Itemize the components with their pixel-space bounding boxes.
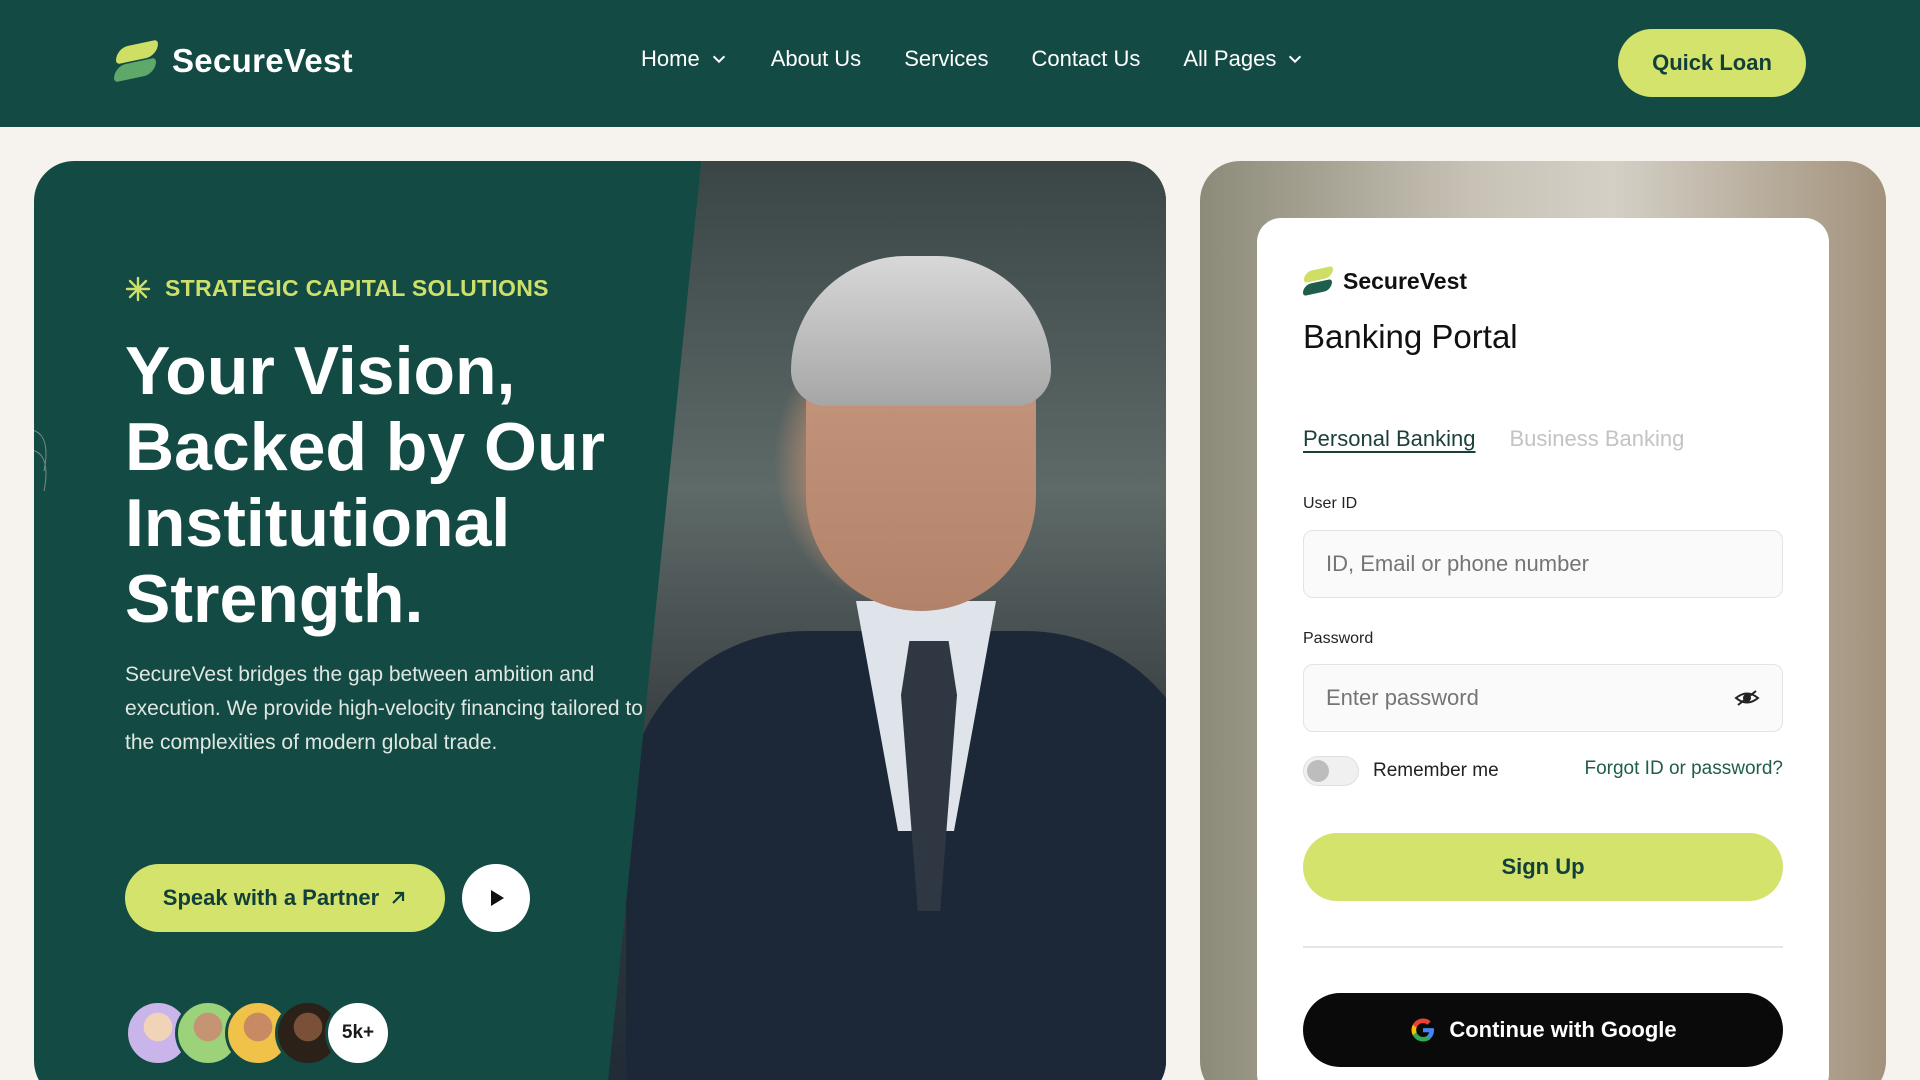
remember-me[interactable]: Remember me bbox=[1303, 756, 1499, 786]
nav-item-label: Home bbox=[641, 46, 700, 71]
user-id-field[interactable] bbox=[1303, 530, 1783, 598]
eye-off-icon[interactable] bbox=[1734, 685, 1760, 711]
nav-item-services[interactable]: Services bbox=[904, 46, 988, 72]
banking-tabs: Personal Banking Business Banking bbox=[1303, 426, 1684, 452]
user-id-input[interactable] bbox=[1326, 551, 1760, 577]
login-card: SecureVest Banking Portal Personal Banki… bbox=[1257, 218, 1829, 1080]
arrow-up-right-icon bbox=[392, 891, 405, 904]
chevron-down-icon bbox=[1289, 55, 1302, 64]
tab-business-banking[interactable]: Business Banking bbox=[1509, 426, 1684, 452]
brand-name: SecureVest bbox=[172, 42, 353, 79]
divider bbox=[1303, 946, 1783, 948]
brand-logo[interactable]: SecureVest bbox=[114, 39, 353, 83]
nav-item-label: Contact Us bbox=[1031, 46, 1141, 71]
top-navbar: SecureVest Home About Us Services Contac… bbox=[0, 0, 1920, 127]
nav-item-contact[interactable]: Contact Us bbox=[1032, 46, 1141, 72]
user-id-label: User ID bbox=[1303, 495, 1358, 512]
nav-item-label: All Pages bbox=[1183, 46, 1277, 71]
client-count-badge: 5k+ bbox=[325, 1000, 391, 1066]
logo-mark-icon bbox=[114, 39, 160, 83]
continue-with-google-button[interactable]: Continue with Google bbox=[1303, 993, 1783, 1067]
remember-me-toggle[interactable] bbox=[1303, 756, 1359, 786]
play-video-button[interactable] bbox=[462, 864, 530, 932]
eyebrow-text: STRATEGIC CAPITAL SOLUTIONS bbox=[165, 275, 549, 301]
speak-with-partner-button[interactable]: Speak with a Partner bbox=[125, 864, 445, 932]
hero-headline: Your Vision, Backed by Our Institutional… bbox=[125, 333, 605, 637]
logo-mark-icon bbox=[1303, 265, 1335, 297]
play-icon bbox=[491, 890, 504, 906]
cta-label: Speak with a Partner bbox=[162, 885, 380, 910]
hero-portrait-image bbox=[606, 161, 1166, 1080]
password-input[interactable] bbox=[1326, 685, 1734, 711]
password-label: Password bbox=[1303, 630, 1374, 647]
nav-item-label: About Us bbox=[770, 46, 862, 71]
nav-item-all-pages[interactable]: All Pages bbox=[1183, 46, 1304, 72]
hero-description: SecureVest bridges the gap between ambit… bbox=[125, 663, 643, 754]
sparkle-icon bbox=[125, 276, 151, 301]
google-icon bbox=[1411, 1018, 1435, 1042]
card-brand-name: SecureVest bbox=[1343, 267, 1468, 294]
hero-eyebrow: STRATEGIC CAPITAL SOLUTIONS bbox=[125, 275, 549, 302]
chevron-down-icon bbox=[712, 55, 725, 64]
tab-personal-banking[interactable]: Personal Banking bbox=[1303, 426, 1475, 452]
decorative-lines bbox=[34, 430, 47, 492]
portal-title: Banking Portal bbox=[1303, 318, 1518, 355]
sign-up-button[interactable]: Sign Up bbox=[1303, 833, 1783, 901]
card-brand: SecureVest bbox=[1303, 265, 1468, 297]
forgot-credentials-link[interactable]: Forgot ID or password? bbox=[1584, 758, 1783, 780]
nav-item-about[interactable]: About Us bbox=[771, 46, 862, 72]
google-button-label: Continue with Google bbox=[1449, 1017, 1677, 1042]
client-avatars: 5k+ bbox=[125, 1000, 391, 1066]
quick-loan-button[interactable]: Quick Loan bbox=[1618, 29, 1806, 97]
main-menu: Home About Us Services Contact Us All Pa… bbox=[641, 46, 1304, 72]
nav-item-home[interactable]: Home bbox=[641, 46, 728, 72]
nav-item-label: Services bbox=[904, 46, 989, 71]
remember-me-label: Remember me bbox=[1373, 760, 1499, 781]
password-field[interactable] bbox=[1303, 664, 1783, 732]
